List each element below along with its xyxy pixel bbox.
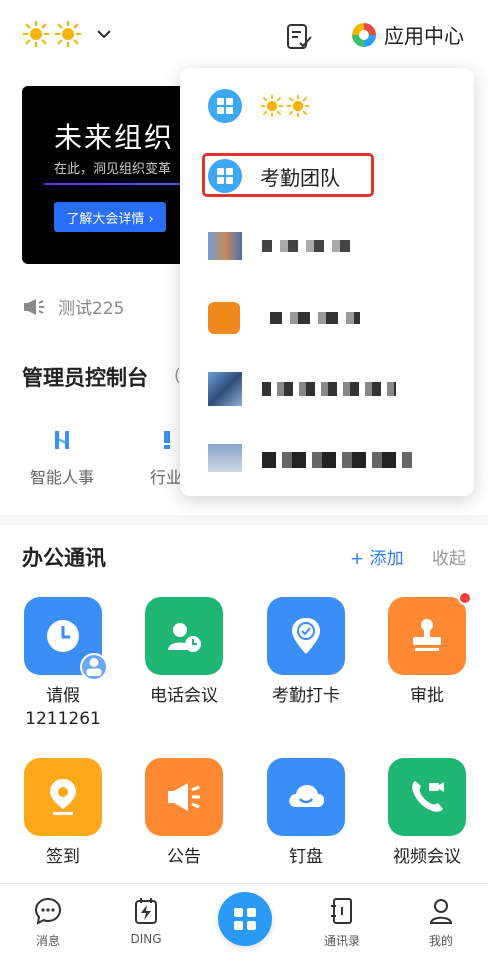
app-phone-conference[interactable]: 电话会议 <box>129 597 239 708</box>
location-check-icon <box>292 618 320 654</box>
megaphone-icon <box>168 783 200 811</box>
app-center-logo-icon <box>352 22 376 47</box>
app-label: 公告 <box>167 847 201 867</box>
admin-item-label: 智能人事 <box>29 468 94 487</box>
org-option-blurred[interactable] <box>180 426 474 498</box>
top-header: 应用中心 <box>0 0 488 72</box>
megaphone-icon <box>24 298 44 315</box>
ding-icon <box>135 898 157 924</box>
workbench-icon <box>234 908 256 930</box>
tab-label: 我的 <box>428 934 453 948</box>
app-tile <box>267 597 345 675</box>
office-section-title: 办公通讯 <box>22 546 106 570</box>
chat-icon <box>34 897 62 925</box>
app-tile <box>145 758 223 836</box>
app-center-button[interactable]: 应用中心 <box>350 20 464 49</box>
sun-icon <box>260 94 284 118</box>
contacts-icon <box>331 898 352 924</box>
app-tile <box>24 758 102 836</box>
app-tile <box>267 758 345 836</box>
app-tile <box>145 597 223 675</box>
org-option-blurred[interactable] <box>180 282 474 354</box>
app-announcement[interactable]: 公告 <box>129 758 239 869</box>
video-call-icon <box>412 781 444 812</box>
org-dropdown-menu: 考勤团队 <box>180 68 474 496</box>
org-option-blurred[interactable] <box>180 354 474 426</box>
app-center-label: 应用中心 <box>384 24 464 48</box>
app-label: 考勤打卡 <box>272 686 340 706</box>
highlight-box <box>202 153 374 197</box>
blurred-text <box>262 382 396 396</box>
banner-title: 未来组织 <box>54 121 175 154</box>
cloud-icon <box>289 785 325 807</box>
blurred-text <box>270 312 360 324</box>
tab-label: 通讯录 <box>323 934 360 948</box>
chevron-down-icon <box>97 30 111 39</box>
tab-workbench[interactable] <box>218 892 272 946</box>
pin-icon <box>50 779 76 815</box>
app-label: 签到 <box>46 847 80 867</box>
notification-dot <box>458 591 472 605</box>
clock-icon <box>47 620 79 652</box>
announcement-bar[interactable]: 测试225 <box>22 294 124 319</box>
blurred-avatar <box>208 302 240 334</box>
phone-conference-icon <box>168 623 201 652</box>
blurred-avatar <box>208 444 242 472</box>
blurred-avatar <box>208 372 242 406</box>
banner-subtitle: 在此，洞见组织变革 <box>54 162 172 177</box>
app-tile <box>388 758 466 836</box>
org-option-label <box>260 94 310 118</box>
grid-icon <box>208 89 242 123</box>
tab-label: DING <box>130 932 162 946</box>
sun-icon <box>286 94 310 118</box>
app-label: 电话会议 <box>150 686 218 706</box>
app-label: 审批 <box>410 686 444 706</box>
announcement-text: 测试225 <box>58 299 125 319</box>
user-badge-icon <box>80 653 108 681</box>
tab-messages[interactable]: 消息 <box>18 896 78 949</box>
blurred-text <box>262 452 412 468</box>
blurred-avatar <box>208 232 242 260</box>
org-option-current[interactable] <box>180 70 474 142</box>
app-tile <box>388 591 472 675</box>
app-leave[interactable]: 请假 1211261 <box>8 597 118 731</box>
app-label: 视频会议 <box>393 847 461 867</box>
admin-item-hr[interactable]: 智能人事 <box>22 428 102 488</box>
blurred-text <box>262 240 352 252</box>
industry-icon <box>164 431 170 449</box>
app-tile <box>24 597 108 681</box>
hr-icon <box>55 431 69 449</box>
memo-edit-icon[interactable] <box>284 22 314 52</box>
banner-details-button[interactable]: 了解大会详情 › <box>54 202 166 232</box>
tab-contacts[interactable]: 通讯录 <box>312 896 372 949</box>
collapse-button[interactable]: 收起 <box>432 544 466 569</box>
sun-icon <box>22 20 50 48</box>
app-checkin[interactable]: 签到 <box>8 758 118 869</box>
tab-label: 消息 <box>35 934 60 948</box>
section-divider <box>0 515 488 525</box>
tab-ding[interactable]: DING <box>116 896 176 946</box>
app-attendance[interactable]: 考勤打卡 <box>251 597 361 708</box>
stamp-icon <box>413 619 441 651</box>
profile-icon <box>429 899 453 924</box>
sun-icon <box>54 20 82 48</box>
org-switcher[interactable] <box>22 20 114 48</box>
app-sublabel: 1211261 <box>25 709 101 729</box>
tab-profile[interactable]: 我的 <box>411 896 471 949</box>
app-label: 钉盘 <box>289 847 323 867</box>
app-drive[interactable]: 钉盘 <box>251 758 361 869</box>
app-video-conference[interactable]: 视频会议 <box>372 758 482 869</box>
admin-console-title: 管理员控制台 <box>22 366 148 390</box>
add-app-button[interactable]: + 添加 <box>350 544 404 569</box>
app-approval[interactable]: 审批 <box>372 591 482 708</box>
org-option-blurred[interactable] <box>180 210 474 282</box>
